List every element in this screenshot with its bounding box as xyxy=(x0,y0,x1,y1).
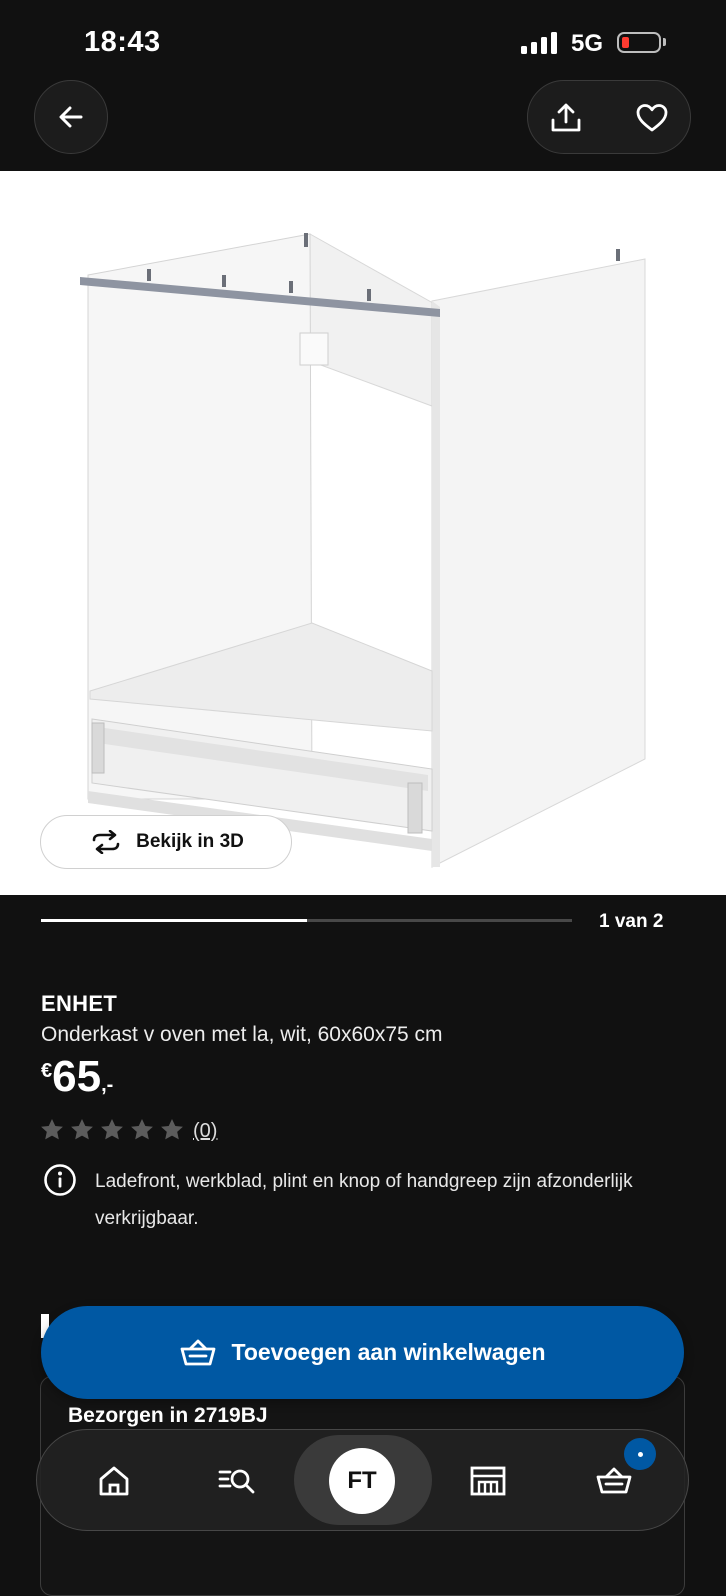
home-icon xyxy=(99,1466,129,1496)
star-icon xyxy=(71,1119,93,1140)
bottom-nav: FT xyxy=(36,1429,689,1531)
status-time: 18:43 xyxy=(84,26,161,58)
gallery-progress-fill xyxy=(41,919,307,922)
share-button[interactable] xyxy=(542,94,590,142)
price-amount: 65 xyxy=(52,1052,102,1101)
favorite-button[interactable] xyxy=(628,94,676,142)
price-currency: € xyxy=(41,1060,53,1082)
product-info-note: Ladefront, werkblad, plint en knop of ha… xyxy=(95,1171,633,1229)
star-icon xyxy=(161,1119,183,1140)
rotate-3d-icon xyxy=(92,830,120,854)
cart-count-badge xyxy=(624,1438,656,1470)
status-bar: 18:43 5G xyxy=(0,0,726,80)
top-actions xyxy=(527,80,691,154)
search-list-icon xyxy=(218,1469,255,1494)
nav-search[interactable] xyxy=(213,1456,263,1506)
nav-stores[interactable] xyxy=(463,1456,513,1506)
basket-icon xyxy=(180,1339,215,1365)
add-to-cart-button[interactable]: Toevoegen aan winkelwagen xyxy=(41,1306,684,1399)
star-icon xyxy=(41,1119,63,1140)
rating-stars[interactable] xyxy=(40,1118,184,1141)
nav-home[interactable] xyxy=(89,1456,139,1506)
price-suffix: ,- xyxy=(101,1074,114,1096)
heart-icon xyxy=(636,104,668,132)
add-to-cart-label: Toevoegen aan winkelwagen xyxy=(231,1339,546,1365)
product-description: Onderkast v oven met la, wit, 60x60x75 c… xyxy=(41,1023,443,1046)
rating-count-link[interactable]: (0) xyxy=(193,1120,217,1143)
delivery-title: Bezorgen in 2719BJ xyxy=(68,1404,268,1427)
star-icon xyxy=(131,1119,153,1140)
back-button[interactable] xyxy=(34,80,108,154)
gallery-pager-label: 1 van 2 xyxy=(599,911,664,932)
cart-icon xyxy=(596,1467,632,1494)
oven-cabinet-illustration xyxy=(80,233,646,868)
back-arrow-icon xyxy=(59,106,83,128)
product-price: €65,- xyxy=(41,1055,113,1099)
store-icon xyxy=(470,1466,506,1496)
nav-profile-avatar[interactable]: FT xyxy=(329,1448,395,1514)
battery-icon xyxy=(617,32,661,53)
share-icon xyxy=(551,103,581,132)
gallery-progress xyxy=(41,919,572,922)
star-icon xyxy=(101,1119,123,1140)
product-image[interactable] xyxy=(0,171,726,895)
signal-strength-icon xyxy=(521,32,561,54)
product-brand: ENHET xyxy=(41,991,118,1016)
view-3d-button[interactable]: Bekijk in 3D xyxy=(40,815,292,869)
info-icon xyxy=(44,1164,76,1196)
view-3d-label: Bekijk in 3D xyxy=(136,831,244,852)
network-type: 5G xyxy=(571,30,604,57)
